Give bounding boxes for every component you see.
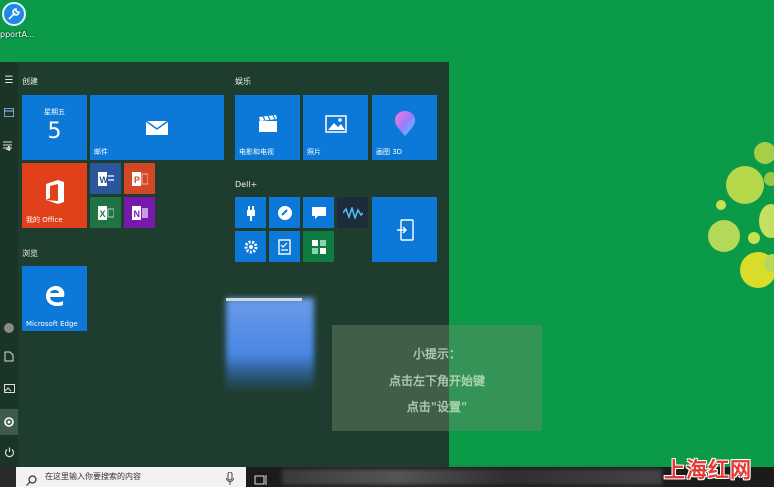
tile-photos[interactable]: 照片 bbox=[303, 95, 368, 160]
onenote-icon: N bbox=[124, 197, 155, 228]
settings-gear-icon[interactable] bbox=[0, 412, 18, 432]
decor-bubble bbox=[748, 232, 760, 244]
svg-text:N: N bbox=[133, 209, 140, 219]
watermark: 上海红网 bbox=[664, 458, 752, 482]
power-icon[interactable] bbox=[0, 442, 18, 462]
tile-word[interactable]: W bbox=[90, 163, 121, 194]
document-icon[interactable] bbox=[0, 346, 18, 366]
user-avatar-icon[interactable] bbox=[0, 318, 18, 338]
start-rail: ☰ 4 bbox=[0, 62, 18, 467]
decor-bubble bbox=[764, 172, 774, 186]
tile-dell-mobile-connect[interactable] bbox=[372, 197, 437, 262]
checklist-icon bbox=[269, 231, 300, 262]
decor-bubble bbox=[716, 200, 726, 210]
tip-step-2: 点击"设置" bbox=[406, 400, 468, 414]
tile-dell-chat[interactable] bbox=[303, 197, 334, 228]
search-icon bbox=[26, 471, 37, 487]
group-title-entertainment: 娱乐 bbox=[235, 77, 251, 86]
tile-mail[interactable]: 邮件 bbox=[90, 95, 224, 160]
microphone-icon[interactable] bbox=[226, 470, 234, 487]
blurred-tile-area bbox=[226, 298, 314, 392]
support-icon bbox=[269, 197, 300, 228]
tile-paint3d-label: 画图 3D bbox=[376, 148, 403, 156]
tip-title: 小提示： bbox=[412, 347, 461, 361]
tile-calendar[interactable]: 星期五 5 bbox=[22, 95, 87, 160]
tiles-view-icon[interactable] bbox=[0, 102, 18, 122]
tile-edge-label: Microsoft Edge bbox=[26, 320, 78, 328]
task-view-icon[interactable] bbox=[254, 471, 268, 487]
decor-bubble bbox=[754, 142, 774, 164]
group-title-create: 创建 bbox=[22, 77, 38, 86]
tile-dell-xbox[interactable] bbox=[303, 231, 334, 262]
tile-onenote[interactable]: N bbox=[124, 197, 155, 228]
calendar-day: 星期五 bbox=[44, 108, 65, 116]
excel-icon: X bbox=[90, 197, 121, 228]
mail-icon bbox=[90, 95, 224, 160]
calendar-date: 5 bbox=[47, 119, 62, 144]
tile-movies-label: 电影和电视 bbox=[239, 148, 274, 156]
desktop-shortcut[interactable]: pportA... bbox=[0, 0, 44, 48]
taskbar: 在这里输入你要搜索的内容 bbox=[0, 467, 774, 487]
desktop-shortcut-label: pportA... bbox=[0, 30, 35, 39]
svg-text:X: X bbox=[99, 209, 105, 219]
tile-excel[interactable]: X bbox=[90, 197, 121, 228]
rail-badge: 4 bbox=[6, 145, 11, 153]
list-view-icon[interactable]: 4 bbox=[0, 136, 18, 156]
plug-icon bbox=[235, 197, 266, 228]
wrench-icon bbox=[2, 2, 26, 26]
word-icon: W bbox=[90, 163, 121, 194]
tile-mail-label: 邮件 bbox=[94, 148, 108, 156]
tip-overlay: 小提示： 点击左下角开始键 点击"设置" bbox=[332, 325, 542, 431]
powerpoint-icon: P bbox=[124, 163, 155, 194]
tile-office-label: 我的 Office bbox=[26, 216, 63, 224]
tip-step-1: 点击左下角开始键 bbox=[388, 374, 485, 388]
svg-text:P: P bbox=[134, 175, 140, 185]
tile-dell-power[interactable] bbox=[235, 197, 266, 228]
tile-office[interactable]: 我的 Office bbox=[22, 163, 87, 228]
tile-powerpoint[interactable]: P bbox=[124, 163, 155, 194]
svg-text:W: W bbox=[99, 175, 108, 185]
tile-paint3d[interactable]: 画图 3D bbox=[372, 95, 437, 160]
blurred-tile-edge bbox=[226, 298, 302, 301]
decor-bubble bbox=[726, 166, 764, 204]
audio-wave-icon bbox=[337, 197, 368, 228]
search-placeholder: 在这里输入你要搜索的内容 bbox=[45, 472, 141, 481]
taskbar-apps-blurred bbox=[282, 469, 662, 485]
group-title-dell: Dell+ bbox=[235, 180, 258, 189]
pictures-icon[interactable] bbox=[0, 378, 18, 398]
hamburger-icon[interactable]: ☰ bbox=[0, 70, 18, 90]
group-title-browse: 浏览 bbox=[22, 249, 38, 258]
puzzle-icon bbox=[303, 231, 334, 262]
chat-icon bbox=[303, 197, 334, 228]
tile-dell-support[interactable] bbox=[269, 197, 300, 228]
tile-photos-label: 照片 bbox=[307, 148, 321, 156]
gear-icon bbox=[235, 231, 266, 262]
tile-dell-audio[interactable] bbox=[337, 197, 368, 228]
tile-edge[interactable]: Microsoft Edge bbox=[22, 266, 87, 331]
tile-dell-docs[interactable] bbox=[269, 231, 300, 262]
mobile-connect-icon bbox=[372, 197, 437, 262]
decor-bubble bbox=[759, 204, 774, 238]
tile-movies[interactable]: 电影和电视 bbox=[235, 95, 300, 160]
tile-dell-settings[interactable] bbox=[235, 231, 266, 262]
start-button[interactable] bbox=[0, 467, 16, 487]
decor-bubble bbox=[708, 220, 740, 252]
search-box[interactable]: 在这里输入你要搜索的内容 bbox=[16, 467, 246, 487]
